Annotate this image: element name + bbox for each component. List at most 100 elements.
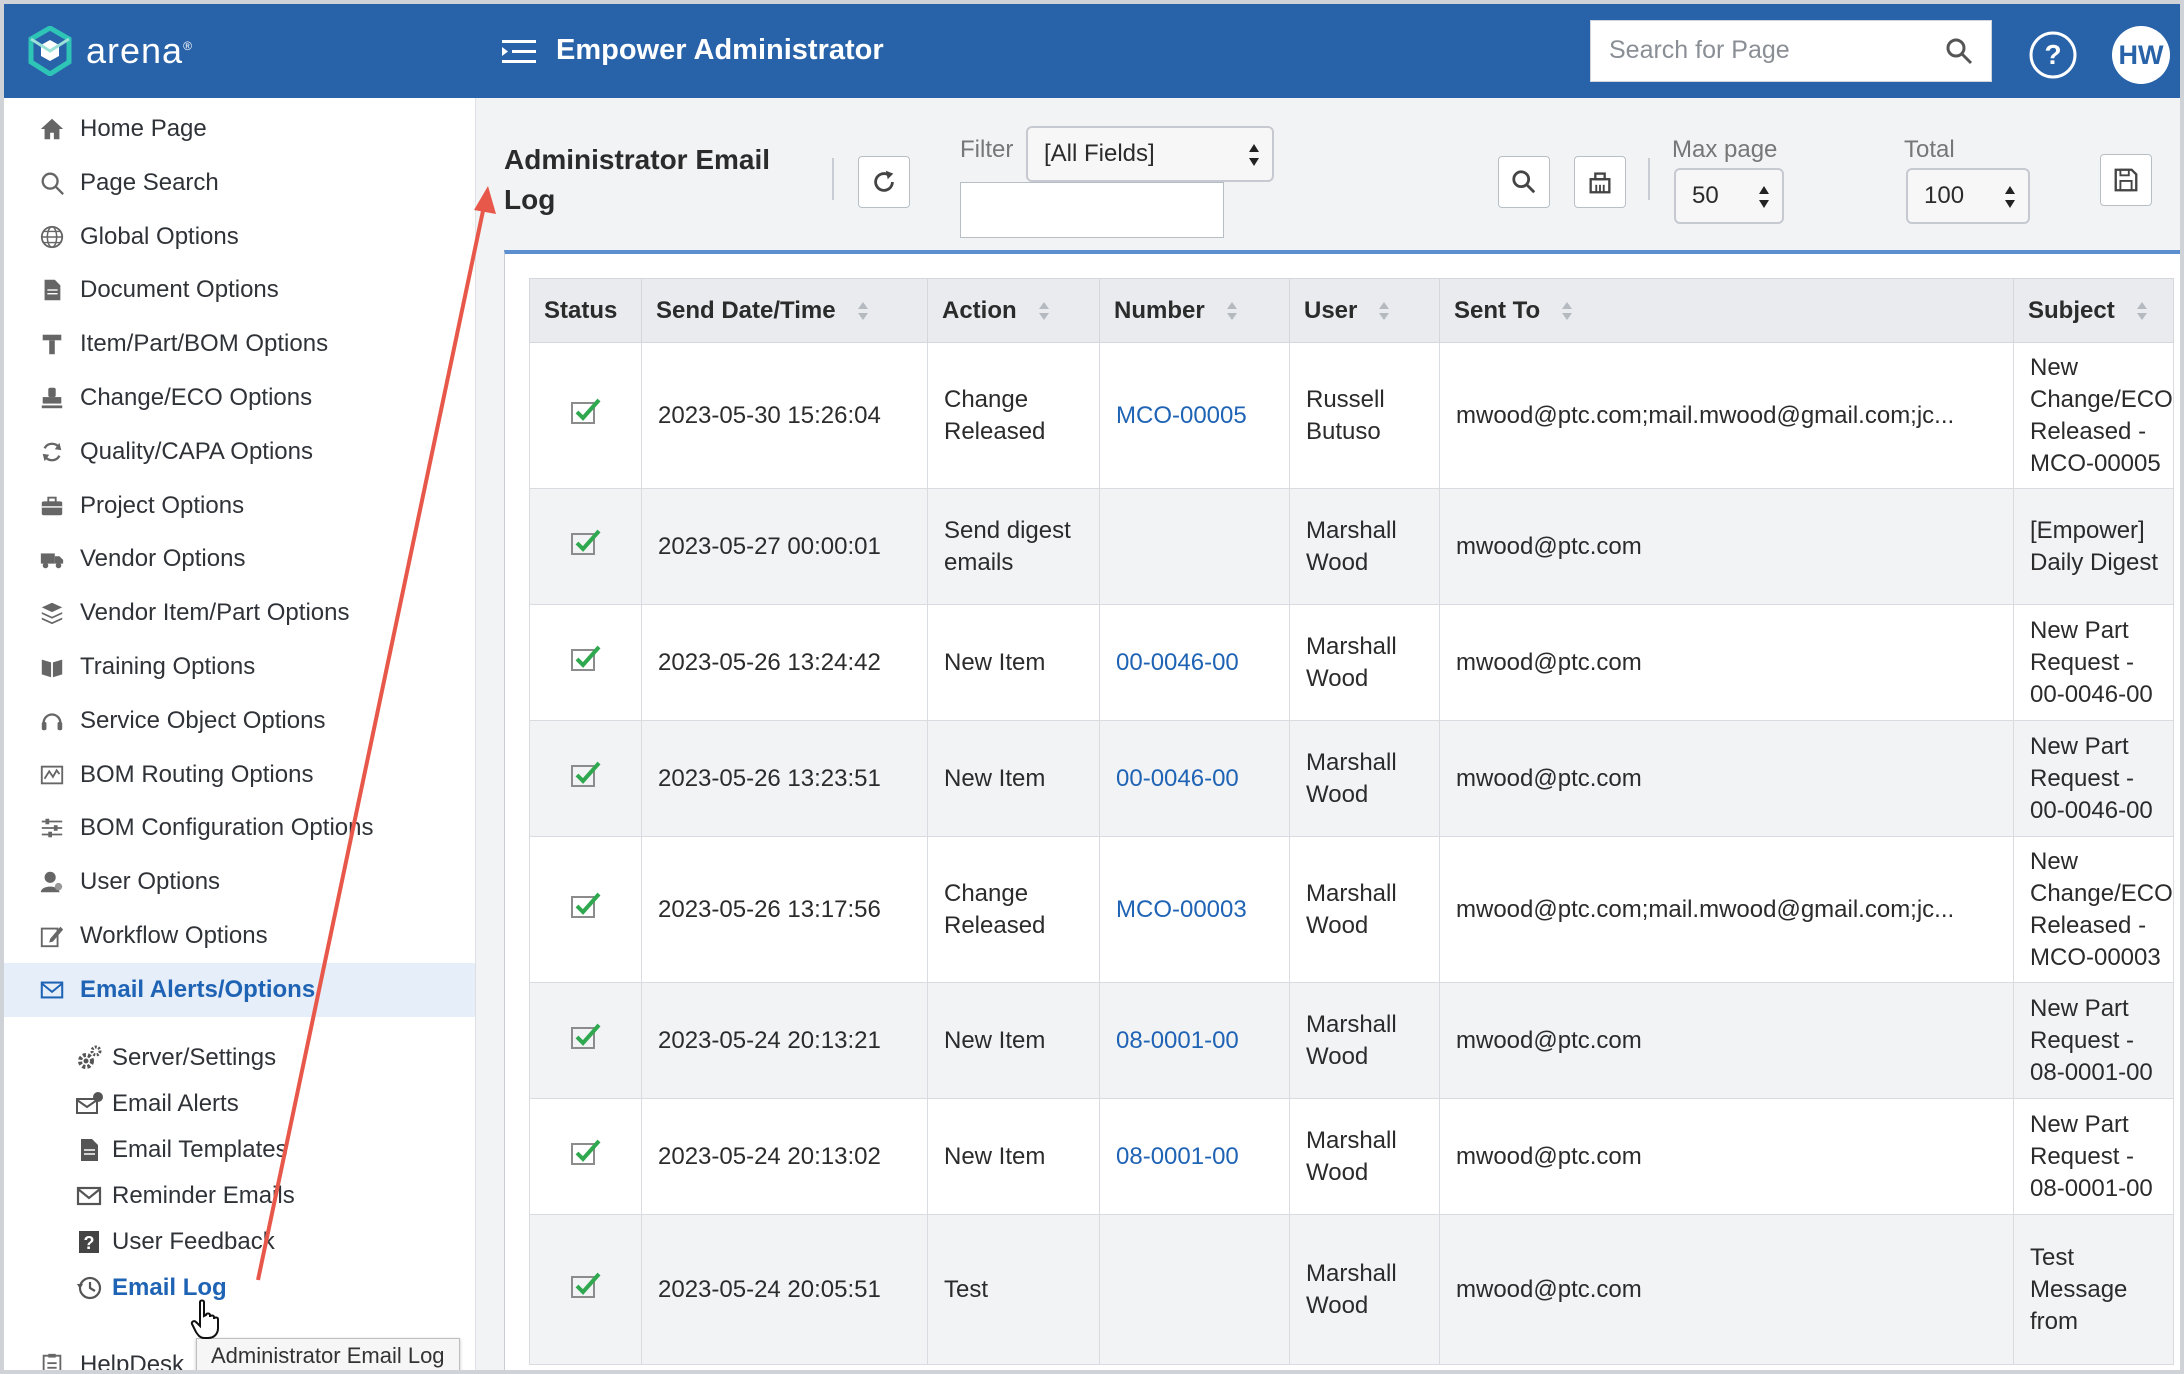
sidebar-item-change-eco-options[interactable]: Change/ECO Options [4, 371, 475, 425]
status-cell [529, 604, 642, 721]
total-select[interactable]: 100 [1906, 168, 2030, 224]
tooltip: Administrator Email Log [196, 1338, 460, 1370]
sidebar-item-user-options[interactable]: User Options [4, 855, 475, 909]
number-link[interactable]: 08-0001-00 [1099, 1098, 1290, 1215]
help-icon[interactable]: ? [2028, 30, 2078, 80]
table-row[interactable]: 2023-05-27 00:00:01 Send digest emails Mar… [529, 488, 2174, 605]
table-row[interactable]: 2023-05-24 20:13:21 New Item 08-0001-00 Mar… [529, 982, 2174, 1099]
subject-cell: New Change/ECO Released - MCO-00005 [2013, 342, 2174, 489]
search-icon[interactable] [1945, 37, 1973, 65]
search-icon [38, 169, 66, 197]
sent-to-cell: mwood@ptc.com;mail.mwood@gmail.com;jc... [1439, 836, 2014, 983]
sent-to-cell: mwood@ptc.com [1439, 1214, 2014, 1365]
sidebar-item-label: Email Alerts/Options [80, 975, 316, 1003]
sidebar-item-vendor-options[interactable]: Vendor Options [4, 532, 475, 586]
headset-icon [38, 707, 66, 735]
sidebar-item-workflow-options[interactable]: Workflow Options [4, 909, 475, 963]
sent-to-cell: mwood@ptc.com [1439, 982, 2014, 1099]
arena-logo[interactable]: arena® [28, 26, 193, 76]
number-link[interactable]: 08-0001-00 [1099, 982, 1290, 1099]
table-row[interactable]: 2023-05-30 15:26:04 Change Released MCO-00… [529, 342, 2174, 489]
page-search-input[interactable] [1591, 21, 1921, 79]
sidebar-item-item-part-bom-options[interactable]: Item/Part/BOM Options [4, 317, 475, 371]
status-check-icon [570, 892, 601, 924]
refresh-button[interactable] [858, 156, 910, 208]
number-link[interactable]: 00-0046-00 [1099, 720, 1290, 837]
sidebar-subitem-server-settings[interactable]: Server/Settings [74, 1036, 276, 1080]
column-header-label: Subject [2028, 296, 2115, 324]
number-link[interactable]: MCO-00005 [1099, 342, 1290, 489]
sidebar-item-document-options[interactable]: Document Options [4, 263, 475, 317]
status-check-icon [570, 529, 601, 561]
sidebar-subitem-reminder-emails[interactable]: Reminder Emails [74, 1174, 295, 1218]
sidebar-item-label: Change/ECO Options [80, 384, 313, 411]
sort-icon[interactable] [856, 300, 870, 322]
search-button[interactable] [1498, 156, 1550, 208]
truck-icon [38, 545, 66, 573]
subject-cell: New Part Request - 00-0046-00 [2013, 720, 2174, 837]
sidebar-subitem-email-templates[interactable]: Email Templates [74, 1128, 288, 1172]
sidebar-item-global-options[interactable]: Global Options [4, 210, 475, 264]
column-header-status[interactable]: Status [529, 278, 642, 343]
sidebar-item-label: Service Object Options [80, 706, 326, 734]
column-header-number[interactable]: Number [1099, 278, 1290, 343]
menu-toggle-icon[interactable] [502, 38, 536, 66]
send-date-cell: 2023-05-24 20:13:02 [641, 1098, 928, 1215]
sidebar-item-email-alerts-options[interactable]: Email Alerts/Options [4, 962, 475, 1017]
user-cell: Russell Butuso [1289, 342, 1440, 489]
table-row[interactable]: 2023-05-24 20:13:02 New Item 08-0001-00 Mar… [529, 1098, 2174, 1215]
number-link[interactable]: 00-0046-00 [1099, 604, 1290, 721]
sidebar-item-service-object-options[interactable]: Service Object Options [4, 694, 475, 748]
history-icon [74, 1274, 104, 1302]
max-page-value: 50 [1692, 182, 1719, 209]
status-cell [529, 836, 642, 983]
column-header-user[interactable]: User [1289, 278, 1440, 343]
sidebar-item-label: Global Options [80, 222, 239, 250]
sidebar-item-page-search[interactable]: Page Search [4, 156, 475, 210]
filter-field-value: [All Fields] [1044, 140, 1155, 167]
number-link[interactable]: MCO-00003 [1099, 836, 1290, 983]
page-search-box[interactable] [1590, 20, 1992, 82]
sidebar-item-vendor-item-part-options[interactable]: Vendor Item/Part Options [4, 586, 475, 640]
sidebar-item-bom-configuration-options[interactable]: BOM Configuration Options [4, 801, 475, 855]
sort-icon[interactable] [2135, 300, 2149, 322]
column-header-send-date-time[interactable]: Send Date/Time [641, 278, 928, 343]
clear-filter-button[interactable] [1574, 156, 1626, 208]
sidebar-item-quality-capa-options[interactable]: Quality/CAPA Options [4, 425, 475, 479]
action-cell: Send digest emails [927, 488, 1100, 605]
status-check-icon [570, 398, 601, 430]
table-row[interactable]: 2023-05-26 13:17:56 Change Released MCO-00… [529, 836, 2174, 983]
sidebar-subitem-email-alerts[interactable]: Email Alerts [74, 1082, 239, 1126]
user-avatar[interactable]: HW [2112, 26, 2170, 84]
table-row[interactable]: 2023-05-26 13:24:42 New Item 00-0046-00 Mar… [529, 604, 2174, 721]
sort-icon[interactable] [1560, 300, 1574, 322]
sidebar-subitem-user-feedback[interactable]: ? User Feedback [74, 1220, 275, 1264]
sort-icon[interactable] [1037, 300, 1051, 322]
action-cell: Test [927, 1214, 1100, 1365]
filter-text-input[interactable] [960, 182, 1224, 238]
email-log-grid: Status Send Date/Time Action Number User Sent… [504, 250, 2180, 1370]
column-header-action[interactable]: Action [927, 278, 1100, 343]
table-row[interactable]: 2023-05-26 13:23:51 New Item 00-0046-00 Mar… [529, 720, 2174, 837]
sidebar-item-label: Page Search [80, 168, 219, 196]
sidebar-item-home-page[interactable]: Home Page [4, 102, 475, 156]
sort-icon[interactable] [1377, 300, 1391, 322]
sidebar-item-bom-routing-options[interactable]: BOM Routing Options [4, 748, 475, 802]
sidebar-item-training-options[interactable]: Training Options [4, 640, 475, 694]
filter-field-select[interactable]: [All Fields] [1026, 126, 1274, 182]
max-page-select[interactable]: 50 [1674, 168, 1784, 224]
sidebar-item-project-options[interactable]: Project Options [4, 479, 475, 533]
column-header-sent-to[interactable]: Sent To [1439, 278, 2014, 343]
routing-icon [38, 761, 66, 789]
sort-icon[interactable] [1225, 300, 1239, 322]
sent-to-cell: mwood@ptc.com [1439, 604, 2014, 721]
status-cell [529, 1098, 642, 1215]
table-row[interactable]: 2023-05-24 20:05:51 Test Marshall Wood mwoo… [529, 1214, 2174, 1365]
eraser-icon [1589, 172, 1611, 194]
status-cell [529, 342, 642, 489]
send-date-cell: 2023-05-27 00:00:01 [641, 488, 928, 605]
column-header-subject[interactable]: Subject [2013, 278, 2174, 343]
save-button[interactable] [2100, 154, 2152, 206]
send-date-cell: 2023-05-26 13:17:56 [641, 836, 928, 983]
top-header: arena® Empower Administrator ? HW [4, 4, 2180, 98]
